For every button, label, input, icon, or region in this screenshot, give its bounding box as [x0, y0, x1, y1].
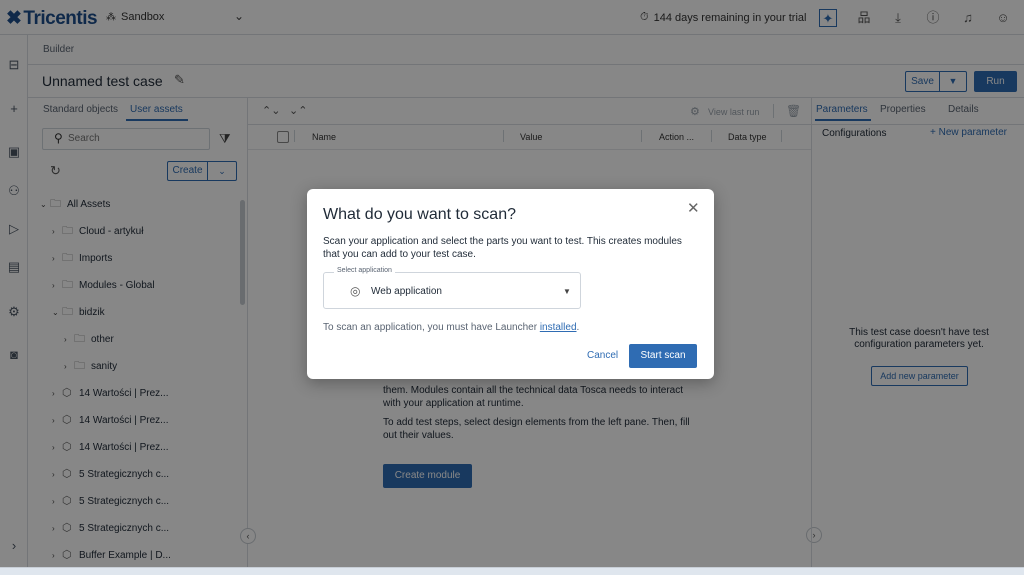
application-select[interactable] — [323, 272, 581, 309]
note-suffix: . — [576, 322, 580, 333]
bottom-bar — [0, 567, 1024, 575]
launcher-note: To scan an application, you must have La… — [323, 322, 579, 333]
scan-dialog: What do you want to scan? ✕ Scan your ap… — [307, 189, 714, 379]
note-text: To scan an application, you must have La… — [323, 322, 540, 333]
start-scan-button[interactable]: Start scan — [629, 344, 697, 368]
installed-link[interactable]: installed — [540, 322, 577, 333]
dialog-title: What do you want to scan? — [323, 206, 516, 223]
web-icon: ◎ — [350, 284, 361, 298]
close-icon[interactable]: ✕ — [687, 199, 700, 217]
select-value: Web application — [371, 286, 442, 297]
cancel-button[interactable]: Cancel — [587, 350, 618, 361]
caret-down-icon[interactable]: ▼ — [563, 287, 571, 296]
dialog-description: Scan your application and select the par… — [323, 236, 682, 260]
select-label: Select application — [334, 267, 395, 274]
